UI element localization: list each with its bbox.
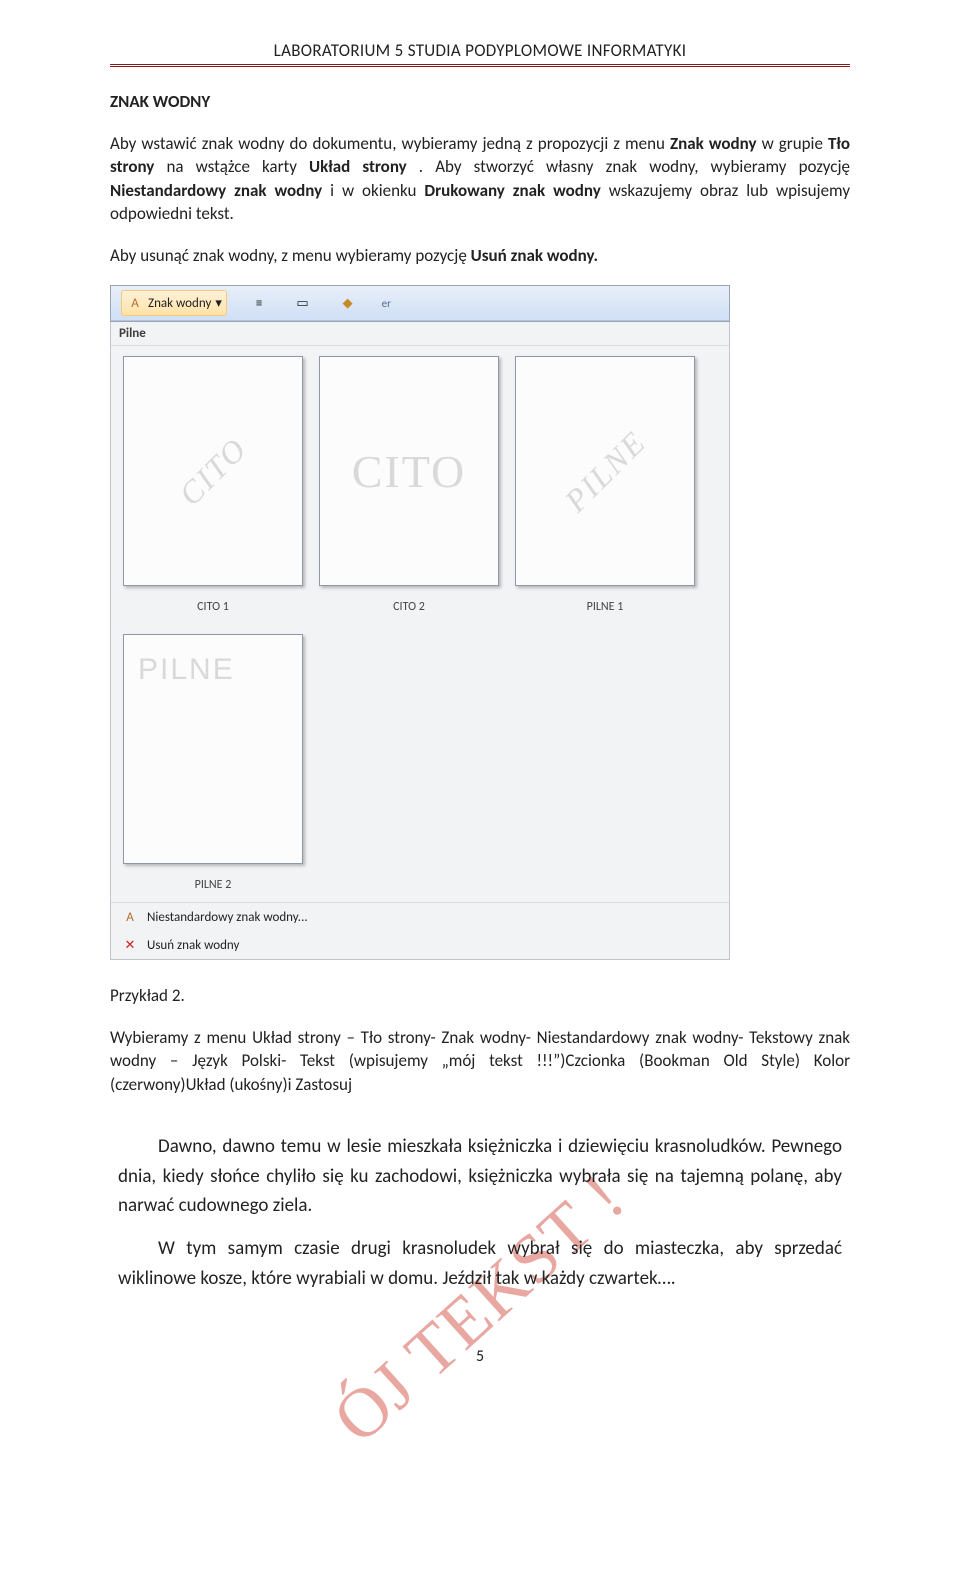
ribbon-icon-box[interactable]: ▭ (291, 290, 313, 316)
gallery-footer-menu: A Niestandardowy znak wodny... ✕ Usuń zn… (111, 902, 729, 959)
example-instructions: Wybieramy z menu Układ strony – Tło stro… (110, 1026, 850, 1096)
watermark-gallery: Pilne CITO CITO 1 CITO CITO 2 PILNE PILN… (110, 322, 730, 960)
thumb-pilne-1[interactable]: PILNE PILNE 1 (515, 356, 695, 620)
paragraph-1: Aby wstawić znak wodny do dokumentu, wyb… (110, 132, 850, 226)
story-paragraph-1: Dawno, dawno temu w lesie mieszkała księ… (118, 1132, 842, 1220)
example-heading: Przykład 2. (110, 984, 850, 1007)
bold: Układ strony (309, 156, 407, 177)
watermark-dropdown-button[interactable]: A Znak wodny ▾ (121, 290, 227, 316)
text: na wstążce karty (166, 156, 309, 177)
watermark-text: CITO (172, 430, 255, 513)
text: . Aby stworzyć własny znak wodny, wybier… (419, 156, 850, 177)
menu-remove-watermark[interactable]: ✕ Usuń znak wodny (111, 931, 729, 959)
ribbon-right-char: er (382, 297, 391, 310)
ribbon-icon-lines[interactable]: ≡ (251, 290, 267, 316)
example-text-block: ÓJ TEKST ! Dawno, dawno temu w lesie mie… (110, 1114, 850, 1321)
menu-custom-watermark[interactable]: A Niestandardowy znak wodny... (111, 903, 729, 931)
page-number: 5 (110, 1347, 850, 1366)
thumb-label: CITO 1 (123, 586, 303, 620)
text: w grupie (762, 133, 828, 154)
bold: Usuń znak wodny. (471, 245, 598, 266)
thumb-pilne-2[interactable]: PILNE PILNE 2 (123, 634, 303, 898)
ribbon-top-row: A Znak wodny ▾ ≡ ▭ ◆ er (111, 286, 729, 321)
text: Aby wstawić znak wodny do dokumentu, wyb… (110, 133, 670, 154)
story-paragraph-2: W tym samym czasie drugi krasnoludek wyb… (118, 1234, 842, 1293)
thumb-label: CITO 2 (319, 586, 499, 620)
text: Aby usunąć znak wodny, z menu wybieramy … (110, 245, 471, 266)
paragraph-2: Aby usunąć znak wodny, z menu wybieramy … (110, 244, 850, 267)
thumb-row-1: CITO CITO 1 CITO CITO 2 PILNE PILNE 1 (111, 346, 729, 624)
text: i w okienku (330, 180, 424, 201)
chevron-down-icon: ▾ (215, 296, 222, 311)
watermark-text: PILNE (138, 653, 235, 687)
section-heading-watermark: ZNAK WODNY (110, 91, 850, 112)
thumb-row-2: PILNE PILNE 2 (111, 624, 729, 902)
bold: Niestandardowy znak wodny (110, 180, 322, 201)
bold: Znak wodny (670, 133, 757, 154)
bold: Drukowany znak wodny (424, 180, 600, 201)
thumb-cito-1[interactable]: CITO CITO 1 (123, 356, 303, 620)
menu-label: Niestandardowy znak wodny... (147, 910, 308, 925)
thumb-label: PILNE 1 (515, 586, 695, 620)
remove-icon: ✕ (121, 936, 139, 954)
box-icon: ▭ (296, 296, 308, 311)
watermark-text: CITO (352, 445, 467, 498)
page-header: LABORATORIUM 5 STUDIA PODYPLOMOWE INFORM… (110, 40, 850, 61)
watermark-dropdown-label: Znak wodny (148, 296, 211, 311)
watermark-icon: A (121, 908, 139, 926)
thumb-label: PILNE 2 (123, 864, 303, 898)
watermark-text: PILNE (557, 423, 653, 519)
menu-label: Usuń znak wodny (147, 938, 239, 953)
gallery-category-label: Pilne (111, 322, 729, 346)
shape-icon: ◆ (343, 296, 353, 311)
ribbon-bar: A Znak wodny ▾ ≡ ▭ ◆ er (110, 285, 730, 322)
lines-icon: ≡ (256, 296, 262, 311)
header-rule (110, 64, 850, 67)
thumb-cito-2[interactable]: CITO CITO 2 (319, 356, 499, 620)
ribbon-icon-shape[interactable]: ◆ (338, 290, 358, 316)
watermark-icon: A (126, 294, 144, 312)
